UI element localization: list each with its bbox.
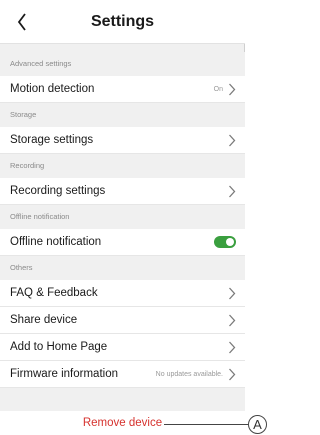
section-label-others: Others xyxy=(0,256,245,280)
section-label-advanced-settings: Advanced settings xyxy=(0,52,245,76)
settings-list: Advanced settings Motion detection On Stora… xyxy=(0,52,245,412)
chevron-right-icon xyxy=(228,314,235,326)
chevron-right-icon xyxy=(228,134,235,146)
setting-label: Storage settings xyxy=(10,134,94,146)
remove-device-row: Remove device xyxy=(0,411,245,435)
settings-screen: Settings Advanced settings Motion detecti… xyxy=(0,0,245,435)
setting-row-faq-feedback[interactable]: FAQ & Feedback xyxy=(0,280,245,307)
setting-row-motion-detection[interactable]: Motion detection On xyxy=(0,76,245,103)
setting-label: Recording settings xyxy=(10,185,106,197)
chevron-right-icon-wrap xyxy=(227,133,236,147)
setting-label: Motion detection xyxy=(10,83,95,95)
chevron-right-icon-wrap xyxy=(227,313,236,327)
chevron-right-icon-wrap xyxy=(227,184,236,198)
section-label-storage: Storage xyxy=(0,103,245,127)
setting-label: Share device xyxy=(10,314,78,326)
chevron-right-icon xyxy=(228,185,235,197)
callout-marker: A xyxy=(248,415,267,434)
callout-line xyxy=(164,424,248,425)
chevron-left-icon xyxy=(17,13,26,31)
chevron-right-icon-wrap xyxy=(227,286,236,300)
header-bar: Settings xyxy=(0,0,245,44)
setting-row-offline-notification[interactable]: Offline notification xyxy=(0,229,245,256)
chevron-right-icon xyxy=(228,368,235,380)
page-title: Settings xyxy=(90,12,155,30)
setting-label: FAQ & Feedback xyxy=(10,287,98,299)
chevron-right-icon xyxy=(228,83,235,95)
setting-row-storage-settings[interactable]: Storage settings xyxy=(0,127,245,154)
setting-value: On xyxy=(213,85,223,93)
setting-label: Firmware information xyxy=(10,368,118,380)
setting-row-firmware-information[interactable]: Firmware information No updates available… xyxy=(0,361,245,388)
bottom-spacer xyxy=(0,388,245,412)
offline-notification-toggle[interactable] xyxy=(214,236,236,248)
remove-device-button[interactable]: Remove device xyxy=(83,417,162,429)
setting-label: Add to Home Page xyxy=(10,341,108,353)
section-label-recording: Recording xyxy=(0,154,245,178)
chevron-right-icon-wrap xyxy=(227,82,236,96)
setting-value: No updates available. xyxy=(155,370,223,378)
setting-label: Offline notification xyxy=(10,236,102,248)
setting-row-add-to-home-page[interactable]: Add to Home Page xyxy=(0,334,245,361)
chevron-right-icon xyxy=(228,341,235,353)
setting-row-share-device[interactable]: Share device xyxy=(0,307,245,334)
chevron-right-icon-wrap xyxy=(227,367,236,381)
section-label-offline-notification: Offline notification xyxy=(0,205,245,229)
setting-row-recording-settings[interactable]: Recording settings xyxy=(0,178,245,205)
toggle-knob xyxy=(226,238,234,246)
callout-letter: A xyxy=(253,417,262,432)
back-button[interactable] xyxy=(12,10,32,34)
chevron-right-icon xyxy=(228,287,235,299)
chevron-right-icon-wrap xyxy=(227,340,236,354)
